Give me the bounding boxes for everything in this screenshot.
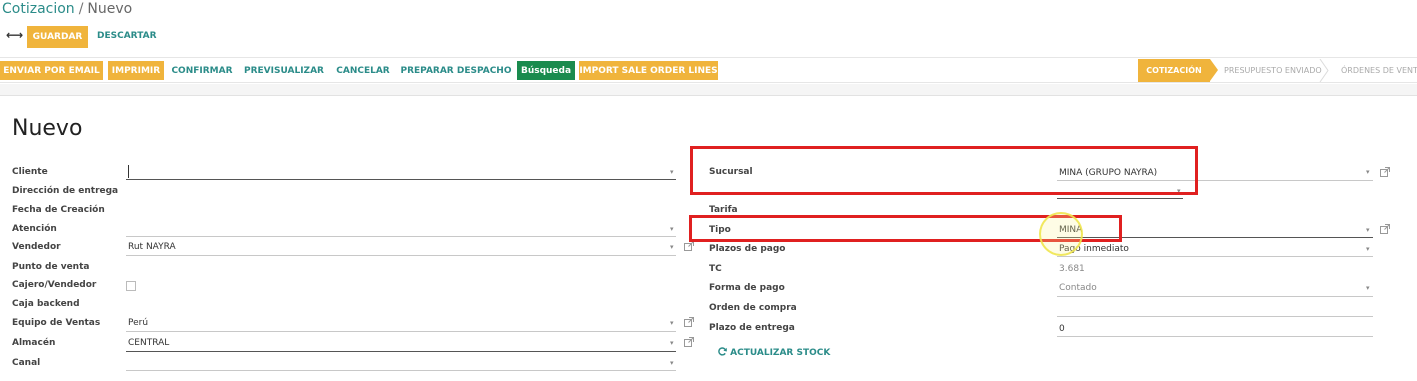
tarifa-underline	[1057, 198, 1183, 199]
label-direccion-entrega: Dirección de entrega	[12, 186, 119, 196]
plazos-pago-chevron-down-icon[interactable]: ▾	[1366, 245, 1370, 253]
toggle-fullwidth-icon[interactable]: ⟷	[6, 28, 23, 42]
import-sale-order-lines-button[interactable]: IMPORT SALE ORDER LINES	[579, 61, 718, 80]
forma-pago-input[interactable]: Contado	[1059, 283, 1097, 293]
breadcrumb: Cotizacion / Nuevo	[2, 1, 132, 17]
label-canal: Canal	[12, 358, 41, 368]
search-button[interactable]: Búsqueda	[517, 61, 575, 80]
record-title: Nuevo	[12, 116, 83, 141]
almacen-chevron-down-icon[interactable]: ▾	[670, 339, 674, 347]
label-punto-venta: Punto de venta	[12, 262, 90, 272]
cancel-button[interactable]: CANCELAR	[333, 61, 393, 80]
plazo-entrega-underline	[1057, 336, 1373, 337]
atencion-chevron-down-icon[interactable]: ▾	[670, 225, 674, 233]
plazos-pago-underline	[1057, 256, 1373, 257]
label-almacen: Almacén	[12, 338, 56, 348]
tipo-external-link-icon[interactable]	[1380, 224, 1390, 234]
label-vendedor: Vendedor	[12, 242, 61, 252]
label-plazos-pago: Plazos de pago	[709, 244, 786, 254]
status-step-presupuesto-enviado[interactable]: PRESUPUESTO ENVIADO	[1224, 59, 1324, 82]
discard-button[interactable]: DESCARTAR	[97, 31, 157, 41]
status-step-cotizacion[interactable]: COTIZACIÓN	[1138, 59, 1210, 82]
prepare-dispatch-button[interactable]: PREPARAR DESPACHO	[401, 61, 512, 80]
atencion-underline	[126, 236, 676, 237]
label-orden-compra: Orden de compra	[709, 303, 797, 313]
canal-chevron-down-icon[interactable]: ▾	[670, 359, 674, 367]
label-tarifa: Tarifa	[709, 205, 738, 215]
almacen-underline	[126, 351, 676, 352]
vendedor-input[interactable]: Rut NAYRA	[128, 242, 176, 252]
vendedor-chevron-down-icon[interactable]: ▾	[670, 243, 674, 251]
status-bar: COTIZACIÓN PRESUPUESTO ENVIADO ÓRDENES D…	[1138, 59, 1417, 82]
label-equipo-ventas: Equipo de Ventas	[12, 318, 101, 328]
almacen-external-link-icon[interactable]	[684, 337, 694, 347]
equipo-ventas-chevron-down-icon[interactable]: ▾	[670, 319, 674, 327]
orden-compra-underline	[1057, 316, 1373, 317]
mouse-pointer-highlight	[1039, 212, 1083, 256]
label-tc: TC	[709, 264, 722, 274]
action-bar: ENVIAR POR EMAIL IMPRIMIR CONFIRMAR PREV…	[0, 57, 1417, 83]
status-step-ordenes-de-venta[interactable]: ÓRDENES DE VENTA	[1341, 59, 1417, 82]
text-cursor	[128, 165, 129, 178]
label-atencion: Atención	[12, 224, 57, 234]
status-arrow-icon	[1210, 59, 1218, 81]
refresh-icon	[718, 347, 727, 356]
cliente-chevron-down-icon[interactable]: ▾	[670, 168, 674, 176]
label-caja-backend: Caja backend	[12, 299, 80, 309]
status-chevron-icon	[1319, 59, 1329, 82]
confirm-button[interactable]: CONFIRMAR	[170, 61, 234, 80]
breadcrumb-separator: /	[78, 1, 84, 17]
preview-button[interactable]: PREVISUALIZAR	[243, 61, 325, 80]
send-email-button[interactable]: ENVIAR POR EMAIL	[0, 61, 103, 80]
label-cajero-vendedor: Cajero/Vendedor	[12, 280, 97, 290]
canal-underline	[126, 370, 676, 371]
breadcrumb-parent-link[interactable]: Cotizacion	[2, 1, 75, 17]
equipo-ventas-input[interactable]: Perú	[128, 318, 148, 328]
vendedor-underline	[126, 255, 676, 256]
cliente-underline	[126, 179, 676, 180]
almacen-input[interactable]: CENTRAL	[128, 338, 169, 348]
forma-pago-chevron-down-icon[interactable]: ▾	[1366, 284, 1370, 292]
update-stock-button[interactable]: ACTUALIZAR STOCK	[718, 347, 830, 358]
forma-pago-underline	[1057, 296, 1373, 297]
vendedor-external-link-icon[interactable]	[684, 241, 694, 251]
equipo-ventas-external-link-icon[interactable]	[684, 317, 694, 327]
label-plazo-entrega: Plazo de entrega	[709, 323, 795, 333]
plazo-entrega-input[interactable]: 0	[1059, 324, 1065, 334]
annotation-highlight-sucursal	[690, 146, 1198, 195]
label-cliente: Cliente	[12, 167, 48, 177]
update-stock-label: ACTUALIZAR STOCK	[730, 348, 831, 358]
sucursal-chevron-down-icon[interactable]: ▾	[1366, 168, 1370, 176]
save-button[interactable]: GUARDAR	[27, 26, 88, 48]
label-forma-pago: Forma de pago	[709, 283, 785, 293]
label-fecha-creacion: Fecha de Creación	[12, 205, 105, 215]
sucursal-external-link-icon[interactable]	[1380, 167, 1390, 177]
breadcrumb-current: Nuevo	[87, 1, 133, 17]
tc-value: 3.681	[1059, 264, 1085, 274]
cajero-vendedor-checkbox[interactable]	[126, 281, 136, 291]
control-panel: ⟷ GUARDAR DESCARTAR	[0, 24, 400, 50]
tipo-chevron-down-icon[interactable]: ▾	[1366, 226, 1370, 234]
equipo-ventas-underline	[126, 331, 676, 332]
print-button[interactable]: IMPRIMIR	[108, 61, 164, 80]
